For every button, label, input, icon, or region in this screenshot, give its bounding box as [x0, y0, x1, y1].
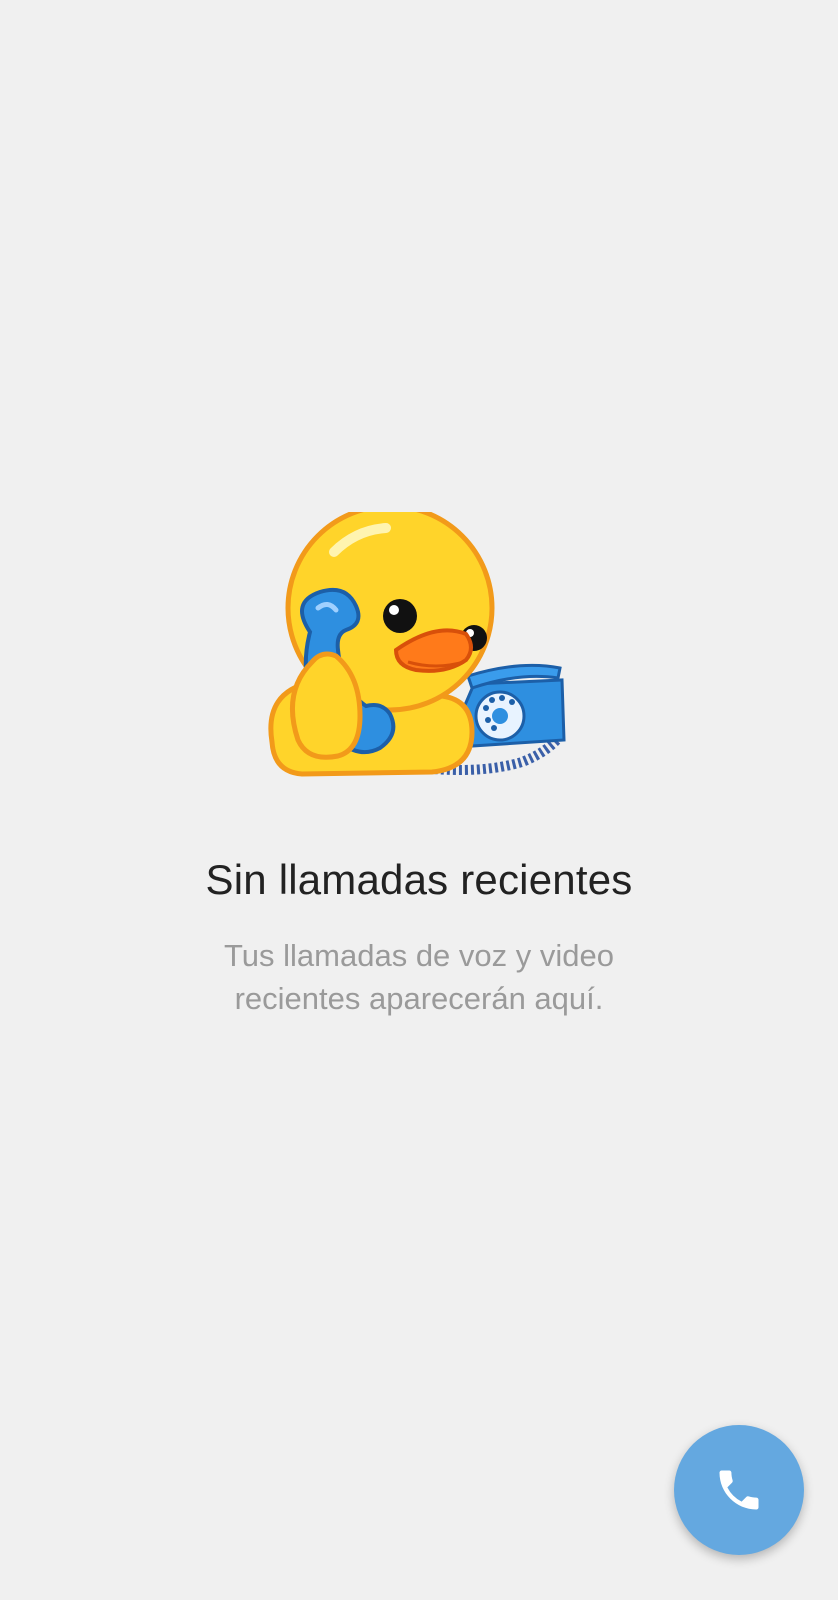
subtitle-line-2: recientes aparecerán aquí. — [234, 981, 604, 1016]
empty-calls-state: Sin llamadas recientes Tus llamadas de v… — [0, 0, 838, 1600]
phone-icon — [719, 1470, 759, 1510]
new-call-button[interactable] — [674, 1425, 804, 1555]
duck-phone-sticker — [262, 503, 592, 802]
empty-state-title: Sin llamadas recientes — [205, 856, 633, 903]
empty-state-subtitle: Tus llamadas de voz y video recientes ap… — [169, 934, 669, 1020]
subtitle-line-1: Tus llamadas de voz y video — [224, 938, 614, 973]
duck-illustration — [268, 503, 566, 777]
